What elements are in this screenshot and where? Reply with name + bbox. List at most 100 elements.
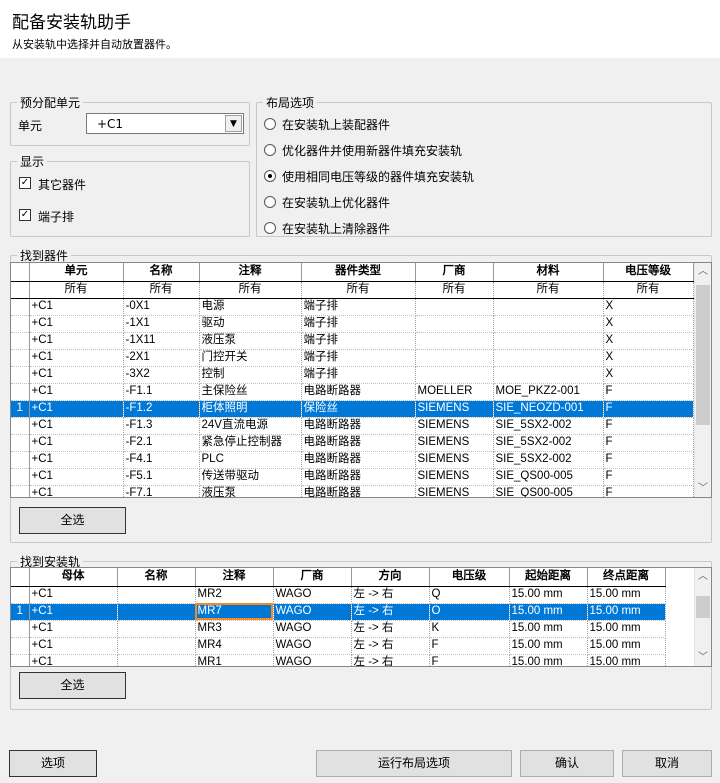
- filter-cell[interactable]: 所有: [603, 281, 694, 299]
- table-cell[interactable]: MR4: [195, 637, 274, 655]
- filter-cell[interactable]: 所有: [199, 281, 302, 299]
- column-header[interactable]: 电压等级: [603, 263, 694, 282]
- table-cell[interactable]: 柜体照明: [199, 400, 302, 418]
- table-cell[interactable]: +C1: [29, 298, 124, 316]
- filter-cell[interactable]: 所有: [29, 281, 124, 299]
- table-cell[interactable]: 保险丝: [301, 400, 416, 418]
- table-cell[interactable]: WAGO: [273, 637, 352, 655]
- table-cell[interactable]: 端子排: [301, 349, 416, 367]
- column-header[interactable]: 母体: [29, 568, 118, 587]
- layout-option-radio[interactable]: [264, 222, 276, 234]
- table-cell[interactable]: [493, 349, 604, 367]
- table-cell[interactable]: SIE_QS00-005: [493, 468, 604, 486]
- rails-select-all-button[interactable]: 全选: [19, 672, 126, 699]
- table-cell[interactable]: [493, 332, 604, 350]
- row-header[interactable]: [11, 434, 30, 452]
- table-cell[interactable]: Q: [429, 586, 510, 604]
- row-header[interactable]: [11, 620, 30, 638]
- table-cell[interactable]: SIEMENS: [415, 468, 494, 486]
- table-cell[interactable]: SIE_5SX2-002: [493, 434, 604, 452]
- table-cell[interactable]: 左 -> 右: [351, 654, 430, 666]
- column-header[interactable]: 终点距离: [587, 568, 666, 587]
- table-cell[interactable]: +C1: [29, 637, 118, 655]
- devices-select-all-button[interactable]: 全选: [19, 507, 126, 534]
- table-row[interactable]: +C1 -F5.1 传送带驱动 电路断路器 SIEMENS SIE_QS00-005 F: [11, 468, 694, 486]
- table-cell[interactable]: 液压泵: [199, 485, 302, 497]
- table-cell[interactable]: [117, 620, 196, 638]
- table-cell[interactable]: +C1: [29, 603, 118, 621]
- table-cell[interactable]: +C1: [29, 434, 124, 452]
- table-cell[interactable]: MR3: [195, 620, 274, 638]
- table-row[interactable]: +C1 -F2.1 紧急停止控制器 电路断路器 SIEMENS SIE_5SX2-002 F: [11, 434, 694, 452]
- table-cell[interactable]: [415, 332, 494, 350]
- table-cell[interactable]: [117, 637, 196, 655]
- row-header[interactable]: [11, 417, 30, 435]
- table-cell[interactable]: -F1.2: [123, 400, 200, 418]
- table-cell[interactable]: -F1.1: [123, 383, 200, 401]
- table-cell[interactable]: +C1: [29, 366, 124, 384]
- table-cell[interactable]: F: [429, 654, 510, 666]
- table-cell[interactable]: 15.00 mm: [587, 620, 666, 638]
- cancel-button[interactable]: 取消: [622, 750, 712, 777]
- table-cell[interactable]: -F7.1: [123, 485, 200, 497]
- table-cell[interactable]: 传送带驱动: [199, 468, 302, 486]
- table-cell[interactable]: +C1: [29, 332, 124, 350]
- other-devices-checkbox[interactable]: ✓: [19, 177, 31, 189]
- table-cell[interactable]: SIEMENS: [415, 485, 494, 497]
- table-cell[interactable]: SIE_QS00-005: [493, 485, 604, 497]
- table-cell[interactable]: 左 -> 右: [351, 620, 430, 638]
- table-cell[interactable]: 驱动: [199, 315, 302, 333]
- table-cell[interactable]: 电路断路器: [301, 383, 416, 401]
- devices-grid[interactable]: 单元 名称 注释 器件类型 厂商 材料 电压等级 所有 所有 所有 所有 所有 所有 所有 +…: [10, 262, 712, 498]
- table-cell[interactable]: X: [603, 366, 694, 384]
- table-cell[interactable]: +C1: [29, 654, 118, 666]
- row-header[interactable]: [11, 366, 30, 384]
- column-header[interactable]: 方向: [351, 568, 430, 587]
- table-cell[interactable]: F: [603, 417, 694, 435]
- table-cell[interactable]: 端子排: [301, 332, 416, 350]
- table-cell[interactable]: 电路断路器: [301, 451, 416, 469]
- table-cell[interactable]: 主保险丝: [199, 383, 302, 401]
- table-cell[interactable]: 电源: [199, 298, 302, 316]
- table-cell[interactable]: [493, 366, 604, 384]
- table-row[interactable]: +C1 MR1 WAGO 左 -> 右 F 15.00 mm 15.00 mm: [11, 654, 666, 666]
- filter-cell[interactable]: 所有: [123, 281, 200, 299]
- table-cell[interactable]: +C1: [29, 586, 118, 604]
- table-cell[interactable]: PLC: [199, 451, 302, 469]
- table-cell[interactable]: +C1: [29, 417, 124, 435]
- rails-grid[interactable]: 母体 名称 注释 厂商 方向 电压级 起始距离 终点距离 +C1 MR2 WAGO 左…: [10, 567, 712, 667]
- layout-option-radio[interactable]: [264, 196, 276, 208]
- table-cell[interactable]: SIEMENS: [415, 400, 494, 418]
- layout-option-radio[interactable]: [264, 118, 276, 130]
- table-cell[interactable]: +C1: [29, 400, 124, 418]
- table-cell[interactable]: WAGO: [273, 654, 352, 666]
- table-row[interactable]: +C1 MR3 WAGO 左 -> 右 K 15.00 mm 15.00 mm: [11, 620, 666, 638]
- table-cell[interactable]: -0X1: [123, 298, 200, 316]
- column-header[interactable]: 名称: [117, 568, 196, 587]
- table-cell[interactable]: 15.00 mm: [509, 654, 588, 666]
- table-cell[interactable]: [493, 298, 604, 316]
- table-cell[interactable]: +C1: [29, 315, 124, 333]
- table-row[interactable]: +C1 -1X1 驱动 端子排 X: [11, 315, 694, 333]
- filter-cell[interactable]: 所有: [493, 281, 604, 299]
- table-cell[interactable]: +C1: [29, 349, 124, 367]
- run-layout-button[interactable]: 运行布局选项: [316, 750, 512, 777]
- table-row[interactable]: +C1 -F4.1 PLC 电路断路器 SIEMENS SIE_5SX2-002 F: [11, 451, 694, 469]
- table-cell[interactable]: 电路断路器: [301, 468, 416, 486]
- table-cell[interactable]: 端子排: [301, 298, 416, 316]
- table-cell[interactable]: 液压泵: [199, 332, 302, 350]
- table-cell[interactable]: -1X11: [123, 332, 200, 350]
- table-cell[interactable]: [117, 654, 196, 666]
- table-cell[interactable]: -F2.1: [123, 434, 200, 452]
- scroll-down-icon[interactable]: ﹀: [695, 649, 711, 666]
- table-cell[interactable]: SIEMENS: [415, 451, 494, 469]
- table-cell[interactable]: 15.00 mm: [587, 603, 666, 621]
- table-cell[interactable]: +C1: [29, 451, 124, 469]
- column-header[interactable]: 单元: [29, 263, 124, 282]
- table-row[interactable]: +C1 -0X1 电源 端子排 X: [11, 298, 694, 316]
- table-cell[interactable]: F: [603, 434, 694, 452]
- row-header[interactable]: [11, 637, 30, 655]
- devices-scrollbar[interactable]: ︿ ﹀: [694, 263, 711, 497]
- table-cell[interactable]: 门控开关: [199, 349, 302, 367]
- table-cell[interactable]: X: [603, 315, 694, 333]
